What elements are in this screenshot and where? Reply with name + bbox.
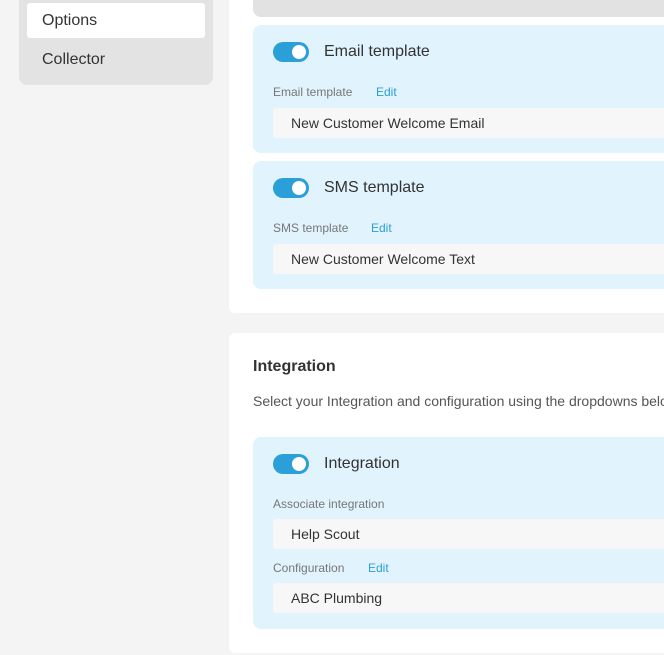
sms-template-field[interactable]: New Customer Welcome Text [273, 244, 664, 274]
email-template-label: Email template [273, 85, 353, 99]
email-template-title: Email template [324, 43, 430, 60]
sms-template-title: SMS template [324, 179, 425, 196]
integration-section-description: Select your Integration and configuratio… [253, 393, 664, 409]
sidebar-item-label: Collector [42, 51, 106, 68]
configuration-label: Configuration [273, 561, 345, 575]
integration-block: Integration Associate integration Help S… [253, 437, 664, 629]
sidebar: Options Collector [19, 0, 213, 85]
configuration-edit-link[interactable]: Edit [368, 561, 389, 575]
associate-integration-field[interactable]: Help Scout [273, 519, 664, 549]
configuration-field[interactable]: ABC Plumbing [273, 583, 664, 613]
sms-template-toggle[interactable] [273, 178, 309, 198]
email-template-block: Email template Email template Edit New C… [253, 25, 664, 153]
integration-toggle[interactable] [273, 454, 309, 474]
email-template-edit-link[interactable]: Edit [376, 85, 397, 99]
sidebar-item-collector[interactable]: Collector [27, 42, 205, 77]
integration-section-title: Integration [253, 358, 336, 375]
integration-title: Integration [324, 455, 400, 472]
collapsed-panel [253, 0, 664, 17]
sms-template-block: SMS template SMS template Edit New Custo… [253, 161, 664, 289]
email-template-field[interactable]: New Customer Welcome Email [273, 108, 664, 138]
associate-integration-label: Associate integration [273, 497, 385, 511]
sidebar-item-label: Options [42, 12, 98, 29]
sms-template-label: SMS template [273, 221, 349, 235]
sms-template-edit-link[interactable]: Edit [371, 221, 392, 235]
sidebar-item-options[interactable]: Options [27, 3, 205, 38]
email-template-toggle[interactable] [273, 42, 309, 62]
